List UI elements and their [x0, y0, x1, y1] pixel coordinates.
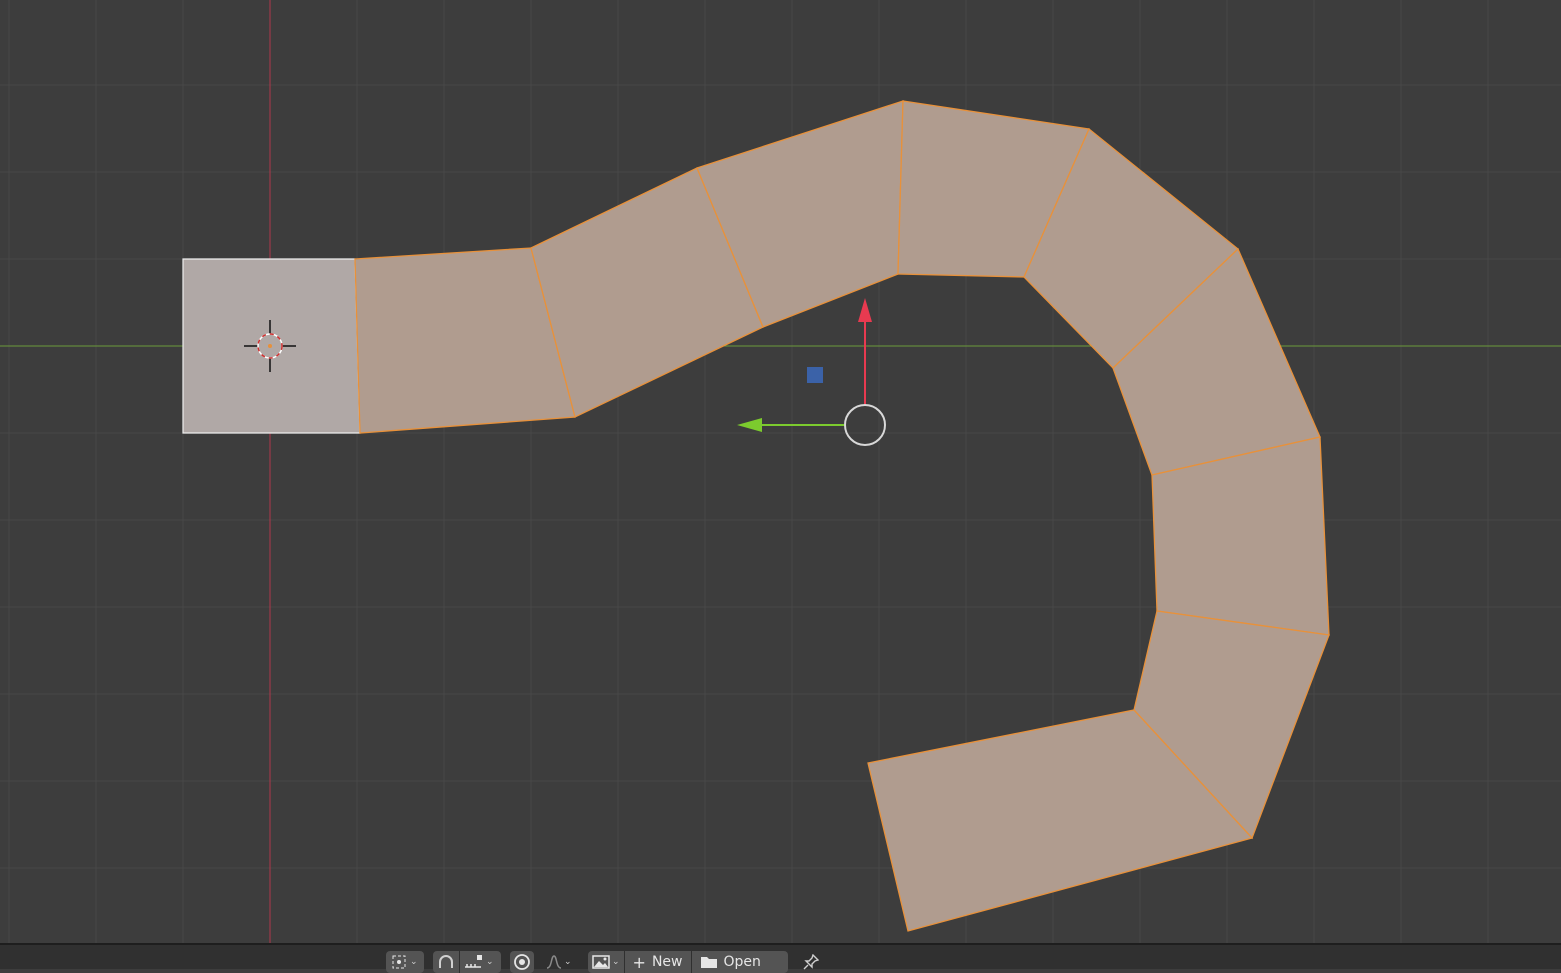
chevron-down-icon: ⌄	[612, 957, 620, 967]
chevron-down-icon: ⌄	[486, 957, 494, 967]
chevron-down-icon: ⌄	[564, 957, 572, 967]
snap-magnet-icon[interactable]	[433, 951, 459, 973]
folder-icon	[700, 957, 717, 968]
gizmo-left-arrow-icon[interactable]	[737, 418, 762, 432]
falloff-curve-icon[interactable]: ⌄	[540, 951, 578, 973]
3d-viewport[interactable]	[0, 0, 1561, 943]
gizmo-up-arrow-icon[interactable]	[858, 298, 872, 322]
chevron-down-icon: ⌄	[410, 957, 418, 967]
proportional-edit-icon[interactable]	[510, 951, 534, 973]
gizmo-plane-handle[interactable]	[807, 367, 823, 383]
image-datablock-group[interactable]: ⌄ + New Open	[588, 951, 788, 973]
pivot-icon[interactable]: ⌄	[386, 951, 424, 973]
image-browse-icon[interactable]: ⌄	[588, 951, 624, 973]
snap-group[interactable]: ⌄	[433, 951, 501, 973]
new-image-button[interactable]: + New	[625, 951, 691, 973]
pin-icon[interactable]	[800, 951, 822, 973]
open-button-label: Open	[723, 954, 761, 970]
pivot-dropdown[interactable]: ⌄	[386, 951, 424, 973]
new-button-label: New	[651, 954, 683, 970]
mesh-strip[interactable]	[182, 100, 1330, 932]
falloff-dropdown[interactable]: ⌄	[540, 951, 578, 973]
editor-header: ⌄ ⌄ ⌄ ⌄ + New Open	[0, 943, 1561, 973]
snap-increment-icon[interactable]: ⌄	[460, 951, 498, 973]
viewport-canvas[interactable]	[0, 0, 1561, 943]
proportional-edit-toggle[interactable]	[510, 951, 534, 973]
open-image-button[interactable]: Open	[692, 951, 769, 973]
